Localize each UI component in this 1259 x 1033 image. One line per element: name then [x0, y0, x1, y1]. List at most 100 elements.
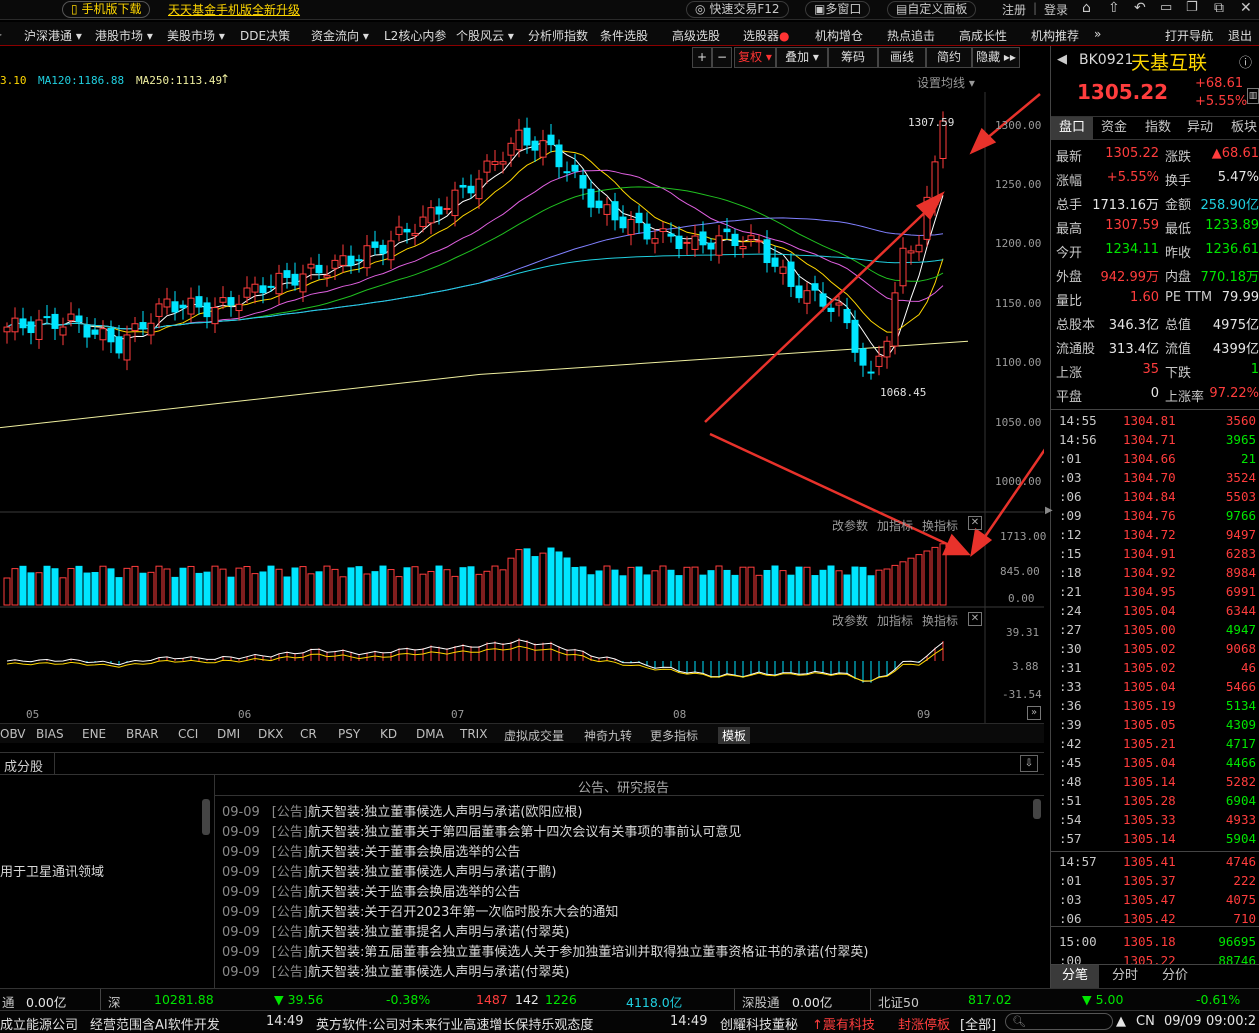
toggle-icon[interactable]: ▥ — [1247, 88, 1259, 104]
simple-button[interactable]: 简约 — [926, 47, 972, 68]
scrollbar-thumb[interactable] — [1033, 799, 1041, 819]
announcement-row[interactable]: 09-09[公告]航天智装:第五届董事会独立董事候选人关于参加独董培训并取得独立… — [222, 941, 868, 960]
promo-link[interactable]: 天天基金手机版全新升级 — [168, 1, 300, 18]
alert-filter[interactable]: [全部] — [960, 1014, 996, 1033]
tab-kd[interactable]: KD — [380, 727, 397, 741]
restore-icon[interactable]: ❐ — [1186, 0, 1198, 15]
quick-trade-button[interactable]: ◎ 快速交易F12 — [686, 1, 789, 18]
scroll-right-icon[interactable]: » — [1027, 706, 1041, 720]
tab-ticks[interactable]: 分笔 — [1051, 965, 1099, 988]
tab-funds[interactable]: 资金 — [1093, 117, 1135, 140]
close-icon[interactable]: ✕ — [1240, 0, 1252, 16]
ma-settings-button[interactable]: 设置均线 ▾ — [917, 74, 975, 91]
announcement-row[interactable]: 09-09[公告]航天智装:独立董事提名人声明与承诺(付翠英) — [222, 921, 569, 940]
vol-add-indicator[interactable]: 加指标 — [877, 517, 913, 534]
multi-window-button[interactable]: ▣多窗口 — [805, 1, 870, 18]
tab-obv[interactable]: OBV — [0, 727, 26, 741]
vol-edit-params[interactable]: 改参数 — [832, 517, 868, 534]
tab-virtual-volume[interactable]: 虚拟成交量 — [504, 727, 564, 744]
info-icon[interactable]: ⓘ — [1239, 52, 1252, 71]
tab-anomaly[interactable]: 异动 — [1179, 117, 1221, 140]
tab-ene[interactable]: ENE — [82, 727, 106, 741]
menu-advanced-picker[interactable]: 高级选股 — [672, 27, 720, 44]
tab-psy[interactable]: PSY — [338, 727, 360, 741]
tab-more-indicators[interactable]: 更多指标 — [650, 727, 698, 744]
candle-body — [444, 208, 450, 209]
ticker-item[interactable]: 创耀科技董秘 — [720, 1014, 798, 1033]
splitter-handle[interactable]: ▶ — [1045, 505, 1053, 516]
chips-button[interactable]: 筹码 — [828, 47, 878, 68]
tab-brar[interactable]: BRAR — [126, 727, 159, 741]
tab-dma[interactable]: DMA — [416, 727, 444, 741]
menu-recommend[interactable]: 机构推荐 — [1031, 27, 1079, 44]
overlay-button[interactable]: 叠加 ▾ — [776, 47, 828, 68]
ticker-item[interactable]: 英方软件:公司对未来行业高速增长保持乐观态度 — [316, 1014, 593, 1033]
collapse-icon[interactable]: ⇩ — [1020, 755, 1038, 772]
tab-price-dist[interactable]: 分价 — [1151, 965, 1199, 988]
menu-institution[interactable]: 机构增仓 — [815, 27, 863, 44]
macd-switch-indicator[interactable]: 换指标 — [922, 612, 958, 629]
mobile-download-button[interactable]: ▯ 手机版下载 — [62, 1, 150, 18]
search-box[interactable]: 🔍︎ — [1005, 1013, 1113, 1030]
menu-growth[interactable]: 高成长性 — [959, 27, 1007, 44]
scrollbar-thumb[interactable] — [202, 799, 210, 835]
menu-stock-picker[interactable]: 选股器● — [743, 27, 790, 44]
tab-constituents[interactable]: 成分股 — [4, 756, 43, 775]
prev-icon[interactable]: ◀ — [1057, 52, 1067, 67]
announcement-row[interactable]: 09-09[公告]航天智装:独立董事关于第四届董事会第十四次会议有关事项的事前认… — [222, 821, 741, 840]
menu-exit[interactable]: 退出 — [1228, 27, 1252, 44]
announcement-row[interactable]: 09-09[公告]航天智装:独立董事候选人声明与承诺(于鹏) — [222, 861, 556, 880]
tab-index[interactable]: 指数 — [1137, 117, 1179, 140]
zoom-in-button[interactable]: + — [692, 47, 712, 68]
tab-cr[interactable]: CR — [300, 727, 317, 741]
fuquan-button[interactable]: 复权 ▾ — [734, 47, 776, 68]
tab-template[interactable]: 模板 — [718, 727, 750, 744]
tab-cci[interactable]: CCI — [178, 727, 198, 741]
menu-dde[interactable]: DDE决策 — [240, 27, 290, 44]
ticker-item[interactable]: 经营范围含AI软件开发 — [90, 1014, 220, 1033]
up-icon[interactable]: ⇧ — [1108, 0, 1120, 16]
menu-open-nav[interactable]: 打开导航 — [1165, 27, 1213, 44]
home-icon[interactable]: ⌂ — [1082, 0, 1091, 16]
menu-hkconnect[interactable]: 沪深港通 ▾ — [24, 27, 82, 44]
announcement-row[interactable]: 09-09[公告]航天智装:独立董事候选人声明与承诺(欧阳应根) — [222, 801, 582, 820]
menu-stock-news[interactable]: 个股风云 ▾ — [456, 27, 514, 44]
announcement-row[interactable]: 09-09[公告]航天智装:独立董事候选人声明与承诺(付翠英) — [222, 961, 569, 980]
register-link[interactable]: 注册 — [1002, 1, 1026, 18]
tab-orderbook[interactable]: 盘口 — [1051, 117, 1093, 140]
macd-add-indicator[interactable]: 加指标 — [877, 612, 913, 629]
announcement-row[interactable]: 09-09[公告]航天智装:关于召开2023年第一次临时股东大会的通知 — [222, 901, 618, 920]
zoom-out-button[interactable]: − — [712, 47, 732, 68]
tab-trix[interactable]: TRIX — [460, 727, 487, 741]
custom-panel-button[interactable]: ▤自定义面板 — [887, 1, 976, 18]
tab-dmi[interactable]: DMI — [217, 727, 240, 741]
menu-more-icon[interactable]: » — [1094, 27, 1101, 41]
login-link[interactable]: 登录 — [1044, 1, 1068, 18]
tile-icon[interactable]: ⧉ — [1214, 0, 1224, 16]
ticker-item[interactable]: 成立能源公司 — [0, 1014, 78, 1033]
minimize-icon[interactable]: ▭ — [1160, 0, 1172, 15]
tab-sector[interactable]: 板块 — [1223, 117, 1259, 140]
menu-l2[interactable]: L2核心内参 — [384, 27, 446, 44]
tab-timeshare[interactable]: 分时 — [1101, 965, 1149, 988]
tab-bias[interactable]: BIAS — [36, 727, 64, 741]
menu-hk-market[interactable]: 港股市场 ▾ — [95, 27, 153, 44]
alert-stock[interactable]: ↑震有科技 — [812, 1014, 875, 1033]
tab-dkx[interactable]: DKX — [258, 727, 283, 741]
draw-line-button[interactable]: 画线 — [878, 47, 926, 68]
back-icon[interactable]: ↶ — [1134, 0, 1146, 16]
close-icon[interactable]: ✕ — [968, 612, 982, 626]
volume-bar — [764, 570, 770, 605]
vol-switch-indicator[interactable]: 换指标 — [922, 517, 958, 534]
announcement-row[interactable]: 09-09[公告]航天智装:关于董事会换届选举的公告 — [222, 841, 520, 860]
menu-us-market[interactable]: 美股市场 ▾ — [167, 27, 225, 44]
close-icon[interactable]: ✕ — [968, 516, 982, 530]
announcement-row[interactable]: 09-09[公告]航天智装:关于监事会换届选举的公告 — [222, 881, 520, 900]
menu-analyst-index[interactable]: 分析师指数 — [528, 27, 588, 44]
macd-edit-params[interactable]: 改参数 — [832, 612, 868, 629]
tab-magic-nine[interactable]: 神奇九转 — [584, 727, 632, 744]
menu-condition-picker[interactable]: 条件选股 — [600, 27, 648, 44]
hide-button[interactable]: 隐藏 ▸▸ — [972, 47, 1020, 68]
menu-hotspot[interactable]: 热点追击 — [887, 27, 935, 44]
menu-fund-flow[interactable]: 资金流向 ▾ — [311, 27, 369, 44]
